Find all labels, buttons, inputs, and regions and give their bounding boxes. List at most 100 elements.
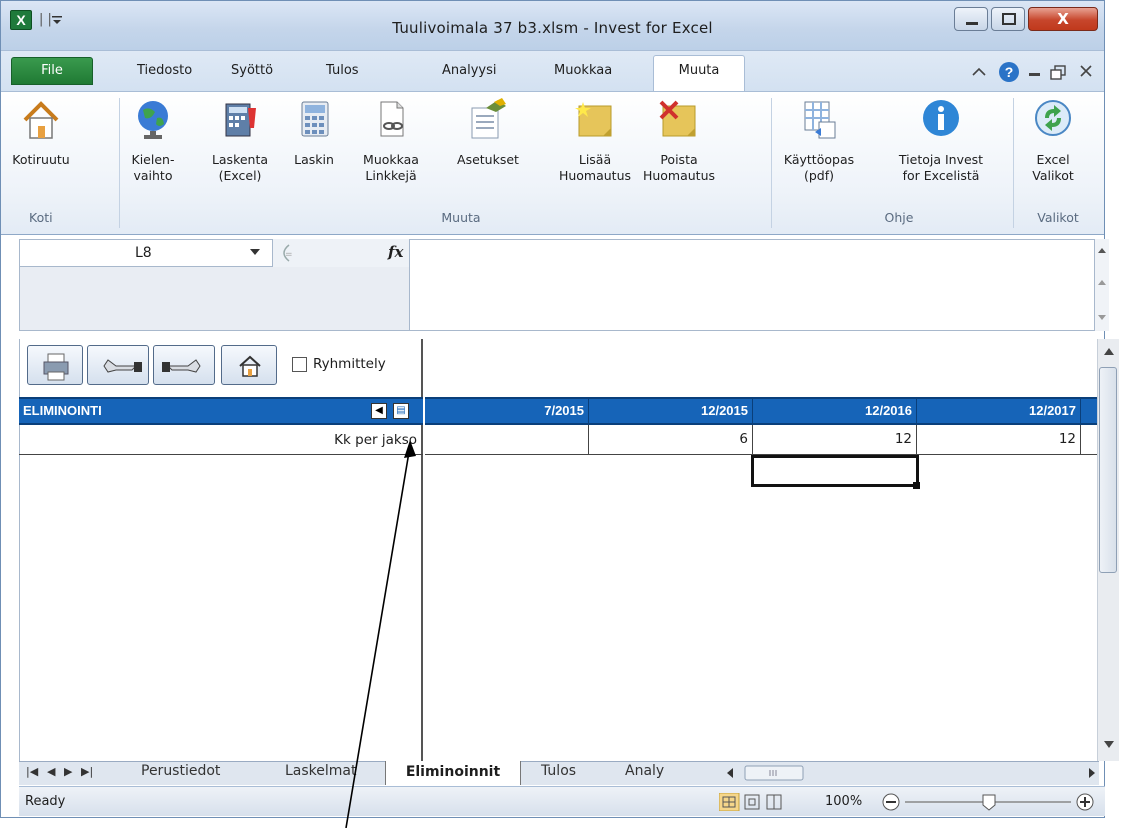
zoom-slider[interactable]	[879, 791, 1099, 813]
row-label: Kk per jakso	[334, 432, 417, 448]
group-separator	[119, 98, 120, 228]
ribbon: Kotiruutu Koti Kielen- vaihto Laskenta (…	[1, 91, 1104, 235]
formula-scroll-arrows-icon	[1098, 248, 1106, 320]
restore-icon	[1002, 13, 1016, 25]
minimize-ribbon-icon[interactable]	[972, 67, 986, 76]
ribbon-tab-row: File Tiedosto Syöttö Tulos Analyysi Muok…	[1, 51, 1104, 92]
home-sheet-button[interactable]	[221, 345, 277, 385]
table-cell[interactable]: 12	[917, 425, 1081, 454]
status-text: Ready	[25, 794, 66, 809]
tab-syotto[interactable]: Syöttö	[231, 63, 273, 78]
svg-text:=: =	[285, 250, 293, 260]
grouping-label: Ryhmittely	[313, 356, 386, 372]
kielenvaihto-button[interactable]: Kielen- vaihto	[125, 98, 181, 184]
group-label-muuta: Muuta	[441, 210, 481, 225]
maximize-button[interactable]	[991, 7, 1025, 31]
globe-icon	[138, 101, 168, 139]
calculation-icon	[225, 103, 256, 137]
zoom-thumb	[982, 794, 996, 811]
sheet-tab-analy[interactable]: Analy	[625, 763, 664, 779]
page-layout-icon[interactable]	[744, 794, 760, 810]
add-note-icon	[575, 102, 612, 137]
period-header: 7/2015	[425, 399, 589, 423]
sheet-header-left: ELIMINOINTI ◀ ▤	[19, 397, 423, 425]
settings-icon	[471, 98, 506, 139]
last-sheet-icon[interactable]: ▶|	[81, 765, 93, 778]
previous-sheet-button[interactable]	[87, 345, 149, 385]
period-header: 12/2016	[753, 399, 917, 423]
excel-window: X | | Tuulivoimala 37 b3.xlsm - Invest f…	[0, 0, 1119, 818]
home-icon	[239, 355, 261, 377]
workbook-close-icon[interactable]	[1080, 65, 1092, 77]
sheet-tab-perustiedot[interactable]: Perustiedot	[141, 763, 220, 779]
sheet-tab-tulos[interactable]: Tulos	[541, 763, 576, 779]
grouping-checkbox[interactable]	[292, 357, 307, 372]
table-cell[interactable]	[425, 425, 589, 454]
group-separator	[1013, 98, 1014, 228]
tab-analyysi[interactable]: Analyysi	[442, 63, 496, 78]
tab-file[interactable]: File	[11, 57, 93, 85]
collapse-left-icon[interactable]: ◀	[371, 403, 387, 419]
close-button[interactable]: X	[1028, 7, 1098, 31]
period-header: 12/2015	[589, 399, 753, 423]
edit-links-icon	[380, 101, 404, 137]
laskenta-button[interactable]: Laskenta (Excel)	[208, 98, 272, 184]
calculator-icon	[301, 101, 329, 137]
next-sheet-icon[interactable]: ▶	[64, 765, 72, 778]
home-icon	[23, 101, 59, 139]
formula-bar-gutter	[19, 267, 409, 331]
formula-bar-scroll[interactable]	[1095, 239, 1109, 331]
lisaa-huomautus-button[interactable]: Lisää Huomautus	[558, 98, 632, 184]
tab-tulos[interactable]: Tulos	[326, 63, 359, 78]
zoom-level[interactable]: 100%	[825, 794, 862, 809]
table-cell[interactable]: 12	[753, 425, 917, 454]
excel-menus-icon	[1035, 100, 1071, 136]
view-buttons	[719, 793, 782, 811]
comment-icon[interactable]: ▤	[393, 403, 409, 419]
selected-cell[interactable]	[751, 455, 919, 487]
tietoja-button[interactable]: Tietoja Invest for Excelistä	[873, 98, 1009, 184]
chevron-down-icon[interactable]	[250, 249, 260, 255]
tab-muokkaa[interactable]: Muokkaa	[554, 63, 612, 78]
period-header: 12/2017	[917, 399, 1081, 423]
info-icon	[923, 100, 959, 136]
first-sheet-icon[interactable]: |◀	[26, 765, 38, 778]
table-row-label-cell[interactable]: Kk per jakso	[19, 425, 423, 455]
workbook-minimize-icon[interactable]	[1029, 73, 1040, 76]
muokkaa-linkkeja-button[interactable]: Muokkaa Linkkejä	[358, 98, 424, 184]
formula-input[interactable]	[409, 239, 1095, 331]
tab-tiedosto[interactable]: Tiedosto	[137, 63, 192, 78]
laskin-button[interactable]: Laskin	[291, 98, 337, 168]
sheet-header-periods: 7/2015 12/2015 12/2016 12/2017	[425, 397, 1097, 425]
name-box[interactable]: L8	[19, 239, 273, 267]
table-cell[interactable]: 6	[589, 425, 753, 454]
group-label-valikot: Valikot	[1037, 210, 1079, 225]
sheet-tab-laskelmat[interactable]: Laskelmat	[285, 763, 357, 779]
kotiruutu-button[interactable]: Kotiruutu	[9, 98, 73, 168]
tab-muuta[interactable]: Muuta	[653, 55, 745, 92]
hand-right-icon	[162, 359, 201, 373]
title-bar: X | | Tuulivoimala 37 b3.xlsm - Invest f…	[1, 1, 1104, 51]
kayttoopas-button[interactable]: Käyttöopas (pdf)	[779, 98, 859, 184]
minimize-icon	[966, 22, 978, 25]
horizontal-scrollbar[interactable]	[719, 764, 1099, 782]
print-button[interactable]	[27, 345, 83, 385]
fill-handle[interactable]	[913, 482, 920, 489]
prev-sheet-icon[interactable]: ◀	[47, 765, 55, 778]
ribbon-window-controls: ?	[972, 62, 1092, 82]
status-bar: Ready 100%	[19, 786, 1105, 816]
excel-valikot-button[interactable]: Excel Valikot	[1023, 98, 1083, 184]
cancel-circle-icon: =	[283, 244, 293, 262]
delete-note-icon	[659, 100, 696, 137]
vertical-scroll-thumb[interactable]	[1099, 367, 1117, 573]
poista-huomautus-button[interactable]: Poista Huomautus	[637, 98, 721, 184]
sheet-tab-eliminoinnit[interactable]: Eliminoinnit	[385, 761, 521, 785]
window-title: Tuulivoimala 37 b3.xlsm - Invest for Exc…	[392, 19, 713, 37]
svg-text:?: ?	[1005, 64, 1014, 80]
insert-function-icon[interactable]: fx	[388, 243, 403, 261]
asetukset-button[interactable]: Asetukset	[453, 98, 523, 168]
group-separator	[771, 98, 772, 228]
minimize-button[interactable]	[954, 7, 988, 31]
next-sheet-button[interactable]	[153, 345, 215, 385]
sheet-title: ELIMINOINTI	[23, 403, 102, 418]
